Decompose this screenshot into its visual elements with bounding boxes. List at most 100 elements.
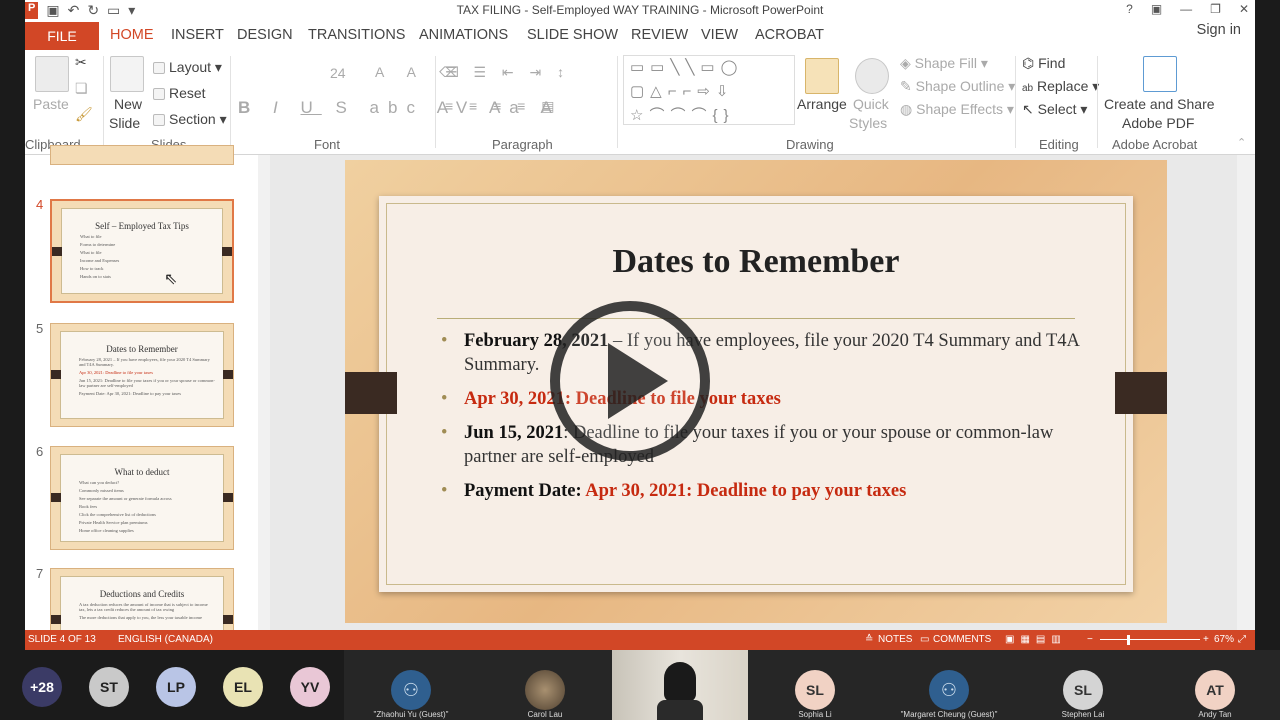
binder-clip <box>51 370 61 379</box>
restore-icon[interactable]: ❐ <box>1210 2 1221 16</box>
paste-button[interactable]: Paste <box>33 96 69 112</box>
section-label: Section <box>169 111 216 127</box>
shape-fill-button[interactable]: ◈ Shape Fill ▾ <box>900 55 988 72</box>
ribbon-display-icon[interactable]: ▣ <box>1151 2 1162 16</box>
cursor-icon: ↖ <box>1022 101 1034 117</box>
view-buttons[interactable]: ▣▦▤▥ <box>1005 630 1067 650</box>
list-buttons[interactable]: ☰ ☰ ⇤ ⇥ ↕ <box>445 64 570 81</box>
participant-tile[interactable]: SL Sophia Li <box>748 650 882 720</box>
play-icon <box>608 343 668 419</box>
bullet-date: Jun 15, 2021 <box>464 423 564 443</box>
language-status[interactable]: ENGLISH (CANADA) <box>118 630 213 650</box>
layout-button[interactable]: Layout ▾ <box>153 59 222 76</box>
thumbnail-line: Private Health Service plan premiums <box>79 520 148 525</box>
slide-scrollbar[interactable] <box>1237 155 1255 630</box>
binder-clip <box>51 615 61 624</box>
reset-button[interactable]: Reset <box>153 85 206 101</box>
binder-clip <box>52 247 62 256</box>
thumbnail-title: What to deduct <box>114 467 170 477</box>
binder-clip <box>223 493 233 502</box>
slide-thumbnail-pane: 4 Self – Employed Tax Tips What to file … <box>25 145 270 650</box>
quick-styles-icon[interactable] <box>855 58 889 94</box>
close-icon[interactable]: ✕ <box>1239 2 1249 16</box>
fit-to-window-icon[interactable]: ⤢ <box>1238 630 1246 650</box>
help-icon[interactable]: ? <box>1126 2 1133 16</box>
create-share-label-2[interactable]: Adobe PDF <box>1122 115 1194 131</box>
participant-avatar[interactable]: EL <box>223 667 263 707</box>
notes-button[interactable]: NOTES <box>878 630 912 650</box>
participant-tile[interactable]: Carol Lau <box>478 650 612 720</box>
arrange-icon[interactable] <box>805 58 839 94</box>
binder-clip <box>51 493 61 502</box>
tab-transitions[interactable]: TRANSITIONS <box>308 27 405 43</box>
arrange-button[interactable]: Arrange <box>797 96 847 112</box>
zoom-out-icon[interactable]: − <box>1087 630 1093 650</box>
participant-tile[interactable]: ⚇ "Margaret Cheung (Guest)" <box>882 650 1016 720</box>
quick-styles-label-1[interactable]: Quick <box>853 96 889 112</box>
participant-avatar[interactable]: LP <box>156 667 196 707</box>
find-label: Find <box>1038 55 1066 71</box>
tab-animations[interactable]: ANIMATIONS <box>419 27 508 43</box>
align-buttons[interactable]: ≡ ≡ ≡ ≡ ▤ <box>445 98 560 115</box>
shape-outline-button[interactable]: ✎ Shape Outline ▾ <box>900 78 1015 95</box>
tab-view[interactable]: VIEW <box>701 27 738 43</box>
slide-thumbnail-3[interactable] <box>50 145 234 165</box>
slide-thumbnail-6[interactable]: What to deduct What can you deduct? Comm… <box>50 446 234 550</box>
format-painter-icon[interactable]: 🖌 <box>75 106 93 123</box>
slide-thumbnail-5[interactable]: Dates to Remember February 28, 2021 – If… <box>50 323 234 427</box>
slide-thumbnail-4[interactable]: Self – Employed Tax Tips What to file Fo… <box>50 199 234 303</box>
participant-name: Carol Lau <box>527 710 563 719</box>
paint-bucket-icon: ◈ <box>900 55 911 71</box>
zoom-level[interactable]: 67% <box>1214 630 1234 650</box>
participant-tile[interactable]: ⚇ "Zhaohui Yu (Guest)" <box>344 650 478 720</box>
select-label: Select <box>1037 101 1077 117</box>
zoom-slider-thumb[interactable] <box>1127 635 1130 645</box>
copy-icon[interactable]: ❏ <box>75 80 88 97</box>
zoom-slider-track[interactable] <box>1100 639 1200 640</box>
thumbnail-title: Dates to Remember <box>106 344 178 354</box>
more-participants-avatar[interactable]: +28 <box>22 667 62 707</box>
new-slide-label-2[interactable]: Slide <box>109 115 140 131</box>
participant-avatar[interactable]: YV <box>290 667 330 707</box>
participant-tile[interactable]: SL Stephen Lai <box>1016 650 1150 720</box>
tab-home[interactable]: HOME <box>110 27 154 43</box>
title-bar: P ▣ ↶ ↻ ▭ ▾ TAX FILING - Self-Employed W… <box>25 0 1255 22</box>
tab-insert[interactable]: INSERT <box>171 27 224 43</box>
tab-file[interactable]: FILE <box>25 22 99 50</box>
collapse-ribbon-icon[interactable]: ⌃ <box>1237 136 1246 149</box>
create-share-pdf-icon[interactable] <box>1143 56 1177 92</box>
tab-design[interactable]: DESIGN <box>237 27 293 43</box>
section-button[interactable]: Section ▾ <box>153 111 227 128</box>
shapes-gallery[interactable]: ▭▭╲╲▭◯ ▢△⌐⌐⇨⇩ ☆⌒⌒⌒{} <box>623 55 795 125</box>
new-slide-icon[interactable] <box>110 56 144 92</box>
minimize-icon[interactable]: — <box>1180 2 1192 16</box>
binder-clip <box>222 247 232 256</box>
tab-acrobat[interactable]: ACROBAT <box>755 27 824 43</box>
video-tile[interactable] <box>612 650 748 720</box>
separator <box>1015 56 1016 148</box>
paste-icon[interactable] <box>35 56 69 92</box>
sign-in-link[interactable]: Sign in <box>1197 22 1241 38</box>
tab-review[interactable]: REVIEW <box>631 27 688 43</box>
create-share-label-1[interactable]: Create and Share <box>1104 96 1215 112</box>
participant-avatar[interactable]: ST <box>89 667 129 707</box>
select-button[interactable]: ↖ Select ▾ <box>1022 101 1087 118</box>
tab-slide-show[interactable]: SLIDE SHOW <box>527 27 618 43</box>
participant-tile[interactable]: AT Andy Tan <box>1150 650 1280 720</box>
find-button[interactable]: ⌬ Find <box>1022 55 1065 72</box>
slide-bullets[interactable]: February 28, 2021 – If you have employee… <box>441 329 1087 513</box>
avatar-initials: EL <box>234 679 252 695</box>
new-slide-label-1[interactable]: New <box>114 96 142 112</box>
slide-title[interactable]: Dates to Remember <box>379 243 1133 281</box>
slide-number: 5 <box>36 321 44 336</box>
shape-effects-button[interactable]: ◍ Shape Effects ▾ <box>900 101 1014 118</box>
replace-button[interactable]: ab Replace ▾ <box>1022 78 1099 95</box>
quick-styles-label-2[interactable]: Styles <box>849 115 887 131</box>
play-button[interactable] <box>550 301 710 461</box>
cut-icon[interactable]: ✂ <box>75 54 87 71</box>
font-size-box[interactable]: 24 <box>330 65 346 81</box>
thumbnail-scrollbar[interactable] <box>258 155 270 630</box>
avatar-initials: YV <box>300 679 320 695</box>
zoom-in-icon[interactable]: + <box>1203 630 1209 650</box>
comments-button[interactable]: COMMENTS <box>933 630 991 650</box>
